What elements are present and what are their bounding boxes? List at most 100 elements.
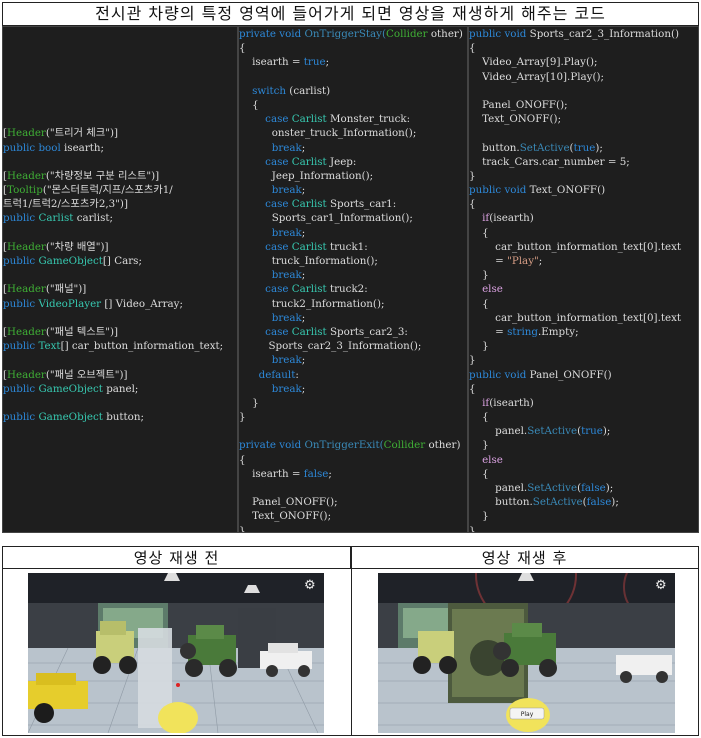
code-token: Carlist [291, 283, 330, 296]
code-line: public Carlist carlist; [3, 211, 237, 225]
code-token: OnTriggerStay( [304, 28, 386, 40]
code-line: public GameObject button; [3, 410, 237, 424]
code-line: } [469, 268, 698, 282]
code-token: Header [7, 169, 46, 182]
code-token: case [239, 113, 292, 126]
code-token: (isearth) [489, 212, 534, 225]
code-token: GameObject [38, 411, 107, 424]
code-line: Video_Array[9].Play(); [469, 55, 698, 69]
code-token: Sports_car1: [329, 198, 397, 211]
code-token: ("패널")] [45, 283, 87, 296]
code-token: Video_Array[9].Play(); [469, 56, 598, 69]
page-title: 전시관 차량의 특정 영역에 들어가게 되면 영상을 재생하게 해주는 코드 [2, 2, 699, 26]
code-token: = [469, 255, 508, 267]
code-line: Video_Array[10].Play(); [469, 70, 698, 84]
code-token: { [469, 226, 489, 239]
code-token: Carlist [38, 212, 77, 225]
code-token: ); [602, 425, 611, 438]
code-line: public void Panel_ONOFF() [469, 368, 698, 382]
code-line: [Header("패널")] [3, 282, 237, 296]
code-token: Sports_car1_Information(); [239, 212, 413, 225]
code-line: break; [239, 353, 467, 367]
code-panel-trigger-methods: private void OnTriggerStay(Collider othe… [238, 26, 468, 533]
code-line: { [469, 41, 698, 55]
code-token: GameObject [38, 382, 107, 395]
code-token: ; [301, 354, 306, 367]
code-token: Panel_ONOFF(); [239, 496, 338, 509]
code-token: public [3, 141, 39, 154]
code-line: Jeep_Information(); [239, 169, 467, 183]
code-token: : [295, 368, 299, 381]
code-token: } [469, 269, 489, 282]
code-token: ("몬스터트럭/지프/스포츠카1/ [42, 184, 173, 197]
code-token: ("트리거 체크")] [45, 127, 119, 140]
code-token: public [3, 255, 39, 267]
code-token: ; [301, 226, 306, 239]
code-token: ; [328, 467, 332, 480]
table-divider [351, 547, 352, 735]
code-token: string [507, 325, 538, 338]
code-token: false [303, 467, 329, 480]
code-token: truck_Information(); [239, 255, 378, 267]
code-token: [] car_button_information_text; [60, 340, 224, 353]
code-line: { [469, 382, 698, 396]
code-token: onster_truck_Information(); [239, 127, 417, 140]
code-token: } [469, 439, 489, 452]
code-token: panel. [469, 425, 528, 438]
code-token: isearth = [239, 56, 304, 69]
code-token: GameObject [38, 255, 103, 267]
play-button[interactable]: Play [509, 707, 545, 720]
code-line: [Header("차량 배열")] [3, 240, 237, 254]
code-token: Tooltip [7, 184, 43, 197]
code-line: public Text[] car_button_information_tex… [3, 339, 237, 353]
code-line: if(isearth) [469, 396, 698, 410]
code-token: SetActive [527, 425, 578, 438]
code-token: } [469, 524, 476, 533]
code-token: break [239, 269, 302, 282]
code-token: ; [538, 255, 543, 267]
code-token: Panel_ONOFF(); [469, 98, 568, 111]
code-token: public [3, 411, 39, 424]
code-token: Sports_car2_3_Information() [529, 28, 680, 40]
code-token: break [239, 141, 302, 154]
code-block: private void OnTriggerStay(Collider othe… [239, 27, 467, 532]
code-line: panel.SetActive(false); [469, 481, 698, 495]
code-token: [] Cars; [102, 255, 142, 267]
code-token: carlist; [76, 212, 113, 225]
code-token: bool [38, 141, 65, 154]
gear-icon[interactable]: ⚙ [304, 578, 316, 593]
code-line: Panel_ONOFF(); [469, 98, 698, 112]
code-token: { [239, 98, 259, 111]
code-token: case [239, 240, 292, 253]
code-token: (carlist) [289, 84, 331, 97]
code-token: Text_ONOFF() [529, 184, 606, 197]
code-token: Header [7, 240, 46, 253]
code-line: } [469, 339, 698, 353]
code-line: } [239, 396, 467, 410]
code-token: Header [7, 283, 46, 296]
code-token: panel. [469, 482, 528, 494]
code-line: panel.SetActive(true); [469, 424, 698, 438]
code-token: ; [301, 269, 306, 282]
code-line: truck_Information(); [239, 254, 467, 268]
code-line: truck2_Information(); [239, 297, 467, 311]
code-token: (isearth) [489, 396, 534, 409]
code-token: public [469, 28, 505, 40]
code-line: car_button_information_text[0].text [469, 240, 698, 254]
gear-icon[interactable]: ⚙ [655, 578, 667, 593]
code-token: void [504, 28, 530, 40]
code-token: if [469, 212, 490, 225]
code-line: else [469, 282, 698, 296]
play-button-label: Play [521, 711, 534, 718]
code-line: } [239, 524, 467, 532]
code-token: default [239, 368, 296, 381]
code-panel-info-methods: public void Sports_car2_3_Information(){… [468, 26, 699, 533]
code-token: .Empty; [537, 325, 579, 338]
code-token: true [573, 141, 596, 154]
code-token: ; [301, 311, 306, 324]
